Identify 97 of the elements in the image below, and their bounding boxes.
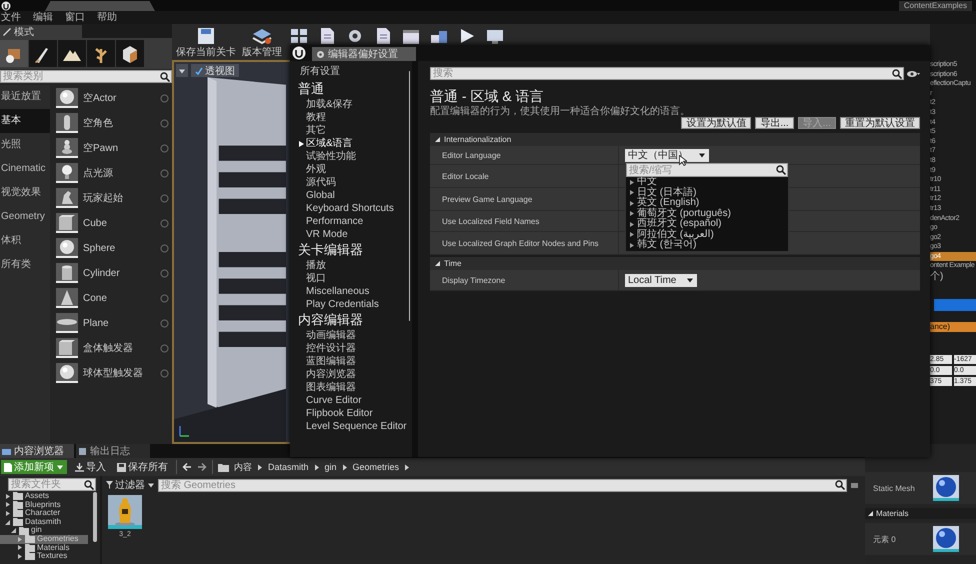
folder-item[interactable]: gin [0,526,88,535]
nav-link[interactable]: 动画编辑器 [298,329,407,342]
project-name: ContentExamples [898,0,972,10]
property-label: Use Localized Field Names [441,216,540,226]
toolbar-button[interactable]: 版本管理 [242,24,282,58]
property-label: Use Localized Graph Editor Nodes and Pins [441,238,600,248]
item-count: 个) [930,271,944,284]
nav-link[interactable]: 加载&保存 [298,98,407,111]
nav-link[interactable]: Performance [298,215,407,228]
nav-link[interactable]: VR Mode [298,228,407,241]
item-label[interactable]: Sphere [83,242,155,254]
language-option[interactable]: 日文 (日本語) [626,188,788,198]
item-label[interactable]: 点光源 [83,166,155,180]
folder-item[interactable]: Textures [0,552,88,561]
nav-link[interactable]: Keyboard Shortcuts [298,202,407,215]
language-option[interactable]: 阿拉伯文 (العربية) [626,230,788,240]
item-label[interactable]: 空Actor [83,91,155,105]
language-option[interactable]: 西班牙文 (español) [626,219,788,230]
viewport-button[interactable]: 透视图 [191,64,239,77]
panel-tab[interactable]: 内容浏览器 [0,444,74,458]
item-label[interactable]: 球体型触发器 [83,366,155,380]
menu-item[interactable]: 窗口 [65,12,85,24]
item-label[interactable]: 玩家起始 [83,191,155,205]
nav-link[interactable]: 视口 [298,272,407,285]
language-option[interactable]: 韩文 (한국어) [626,240,788,250]
nav-heading: 关卡编辑器 [298,241,364,259]
section-header[interactable]: Internationalization [430,133,920,146]
property-label: 元素 0 [873,534,897,544]
dropdown[interactable]: Local Time [625,274,698,286]
breadcrumb-item[interactable]: Datasmith [268,462,309,472]
nav-link[interactable]: 内容浏览器 [298,368,407,381]
nav-link[interactable]: 区域&语言 [298,137,407,150]
filter-button[interactable]: 过滤器 [106,478,155,492]
item-label[interactable]: 空Pawn [83,141,155,155]
nav-link[interactable]: 外观 [298,163,407,176]
folder-item[interactable]: Datasmith [0,518,88,526]
page-title: 普通 - 区域 & 语言 [430,87,545,105]
property-label: Editor Language [441,150,502,160]
breadcrumb-item[interactable]: Geometries [352,462,400,472]
breadcrumb-item[interactable]: 内容 [234,460,252,474]
nav-heading: 普通 [298,80,325,98]
item-label[interactable]: Cone [83,292,155,304]
action-button[interactable]: 设置为默认值 [681,117,752,129]
property-label: Static Mesh [873,484,916,492]
folder-item[interactable]: Assets [0,492,88,501]
item-label[interactable]: Plane [83,318,155,328]
nav-link[interactable]: 源代码 [298,176,407,189]
folder-item[interactable]: Blueprints [0,500,88,510]
nav-heading: 内容编辑器 [298,311,364,329]
language-option[interactable]: 葡萄牙文 (português) [626,208,788,219]
section-header[interactable]: Materials [865,508,976,519]
action-button[interactable]: 重置为默认设置 [840,117,920,129]
action-button[interactable]: 导出... [755,117,794,129]
save-all-button[interactable]: 保存所有 [114,460,171,474]
nav-link[interactable]: Curve Editor [298,394,407,407]
nav-link[interactable]: Miscellaneous [298,285,407,298]
menu-item[interactable]: 编辑 [33,12,53,24]
nav-link[interactable]: 控件设计器 [298,342,407,355]
category-item[interactable]: 基本 [0,109,50,133]
toolbar-button[interactable]: 保存当前关卡 [176,24,236,58]
add-new-button[interactable]: 添加新项 [1,460,67,474]
import-button[interactable]: 导入 [72,460,109,474]
settings-search-field[interactable]: 搜索 [430,67,904,80]
nav-link[interactable]: Level Sequence Editor [298,420,407,433]
property-label: Display Timezone [441,276,506,284]
breadcrumb-item[interactable]: gin [324,462,337,472]
window-tab[interactable]: 编辑器偏好设置 [312,47,416,61]
nav-link[interactable]: 蓝图编辑器 [298,355,407,368]
nav-link[interactable]: 试验性功能 [298,150,407,163]
folder-item[interactable]: Materials [0,544,88,552]
nav-link[interactable]: Flipbook Editor [298,407,407,420]
folder-item[interactable]: Geometries [0,534,88,544]
search-field[interactable]: 搜索类别 [0,70,172,83]
page-description: 配置编辑器的行为，使其使用一种适合你偏好文化的语言。 [430,105,691,118]
menu-item[interactable]: 文件 [1,12,21,24]
language-search-field[interactable]: 搜索/缩写 [626,163,788,177]
panel-tab[interactable]: 输出日志 [76,444,150,458]
nav-link[interactable]: 其它 [298,124,407,137]
selected-field[interactable]: ance) [930,322,976,332]
asset-search-field[interactable]: 搜索 Geometries [158,478,847,492]
nav-link[interactable]: 所有设置 [298,65,407,78]
folder-item[interactable]: Character [0,509,88,518]
nav-link[interactable]: Play Credentials [298,298,407,311]
nav-link[interactable]: 播放 [298,259,407,272]
nav-link[interactable]: Global [298,189,407,202]
menu-item[interactable]: 帮助 [97,12,117,24]
modes-tab[interactable]: 模式 [0,25,82,38]
section-header[interactable]: Time [430,257,920,270]
property-label: Preview Game Language [441,194,534,204]
language-option[interactable]: 英文 (English) [626,198,788,208]
item-label[interactable]: Cube [83,218,155,228]
property-label: Editor Locale [441,172,490,180]
item-label[interactable]: 盒体触发器 [83,341,155,355]
item-label[interactable]: Cylinder [83,268,155,278]
nav-link[interactable]: 图表编辑器 [298,381,407,394]
nav-link[interactable]: 教程 [298,111,407,124]
item-label[interactable]: 空角色 [83,116,155,130]
